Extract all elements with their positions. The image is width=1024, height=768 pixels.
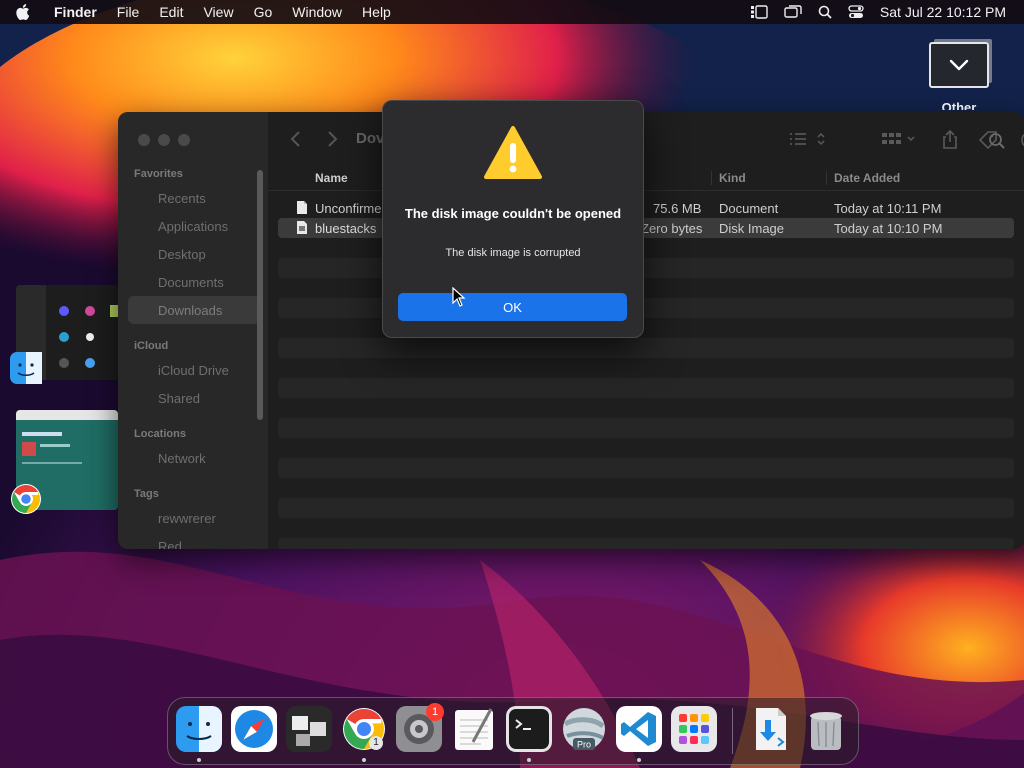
file-date-added: Today at 10:10 PM [834,221,943,236]
alert-title: The disk image couldn't be opened [404,206,622,221]
menu-edit[interactable]: Edit [149,0,193,24]
dock-separator [732,708,733,754]
menu-bar-clock[interactable]: Sat Jul 22 10:12 PM [880,4,1006,20]
empty-row [278,538,1014,549]
empty-row [278,378,1014,398]
finder-app-icon[interactable] [10,352,42,384]
file-kind: Disk Image [719,221,785,236]
spotlight-search-icon[interactable] [818,5,832,19]
downloads-stack-icon[interactable] [748,706,794,752]
sidebar-item-downloads[interactable]: Downloads [158,303,222,318]
menu-view[interactable]: View [193,0,243,24]
system-settings-badge: 1 [426,703,444,721]
document-icon [297,201,307,214]
file-name: bluestacks [315,221,377,236]
zoom-window-button[interactable] [178,134,190,146]
running-indicator [362,758,366,762]
minimize-window-button[interactable] [158,134,170,146]
back-icon[interactable] [290,130,302,148]
file-name: Unconfirme [315,201,382,216]
column-kind[interactable]: Kind [719,171,746,185]
sidebar-item-recents[interactable]: Recents [158,191,206,206]
sidebar-scrollbar[interactable] [257,170,263,420]
empty-row [278,418,1014,438]
chrome-badge: 1 [369,736,383,750]
earth-pro-label: Pro [577,740,591,750]
preview-dock-icon[interactable] [286,706,332,752]
stage-manager-icon[interactable] [750,5,768,19]
chrome-app-icon[interactable] [10,483,42,515]
close-window-button[interactable] [138,134,150,146]
sidebar-item-shared[interactable]: Shared [158,391,200,406]
sidebar-section-locations: Locations [134,428,186,440]
empty-row [278,458,1014,478]
group-by-icon[interactable] [880,130,920,148]
menu-go[interactable]: Go [244,0,283,24]
file-date-added: Today at 10:11 PM [834,201,942,216]
search-icon[interactable] [988,132,1006,150]
safari-dock-icon[interactable] [231,706,277,752]
sidebar-tag-rewwrerer[interactable]: rewwrerer [158,511,216,526]
vscode-dock-icon[interactable] [616,706,662,752]
screen-mirroring-icon[interactable] [784,5,802,19]
forward-icon[interactable] [326,130,338,148]
window-title: Dov [356,130,385,147]
trash-dock-icon[interactable] [803,706,849,752]
menu-help[interactable]: Help [352,0,401,24]
desktop-other-stack[interactable]: Other [928,42,990,110]
menu-file[interactable]: File [107,0,150,24]
running-indicator [527,758,531,762]
file-size: 75.6 MB [653,201,702,216]
apple-menu-icon[interactable] [16,4,38,20]
mouse-pointer-icon [452,287,466,307]
sidebar-section-tags: Tags [134,488,159,500]
list-view-icon[interactable] [788,130,828,148]
sidebar-item-applications[interactable]: Applications [158,219,228,234]
file-kind: Document [719,201,779,216]
sidebar-item-desktop[interactable]: Desktop [158,247,206,262]
alert-dialog: The disk image couldn't be opened The di… [382,100,644,338]
running-indicator [637,758,641,762]
finder-dock-icon[interactable] [176,706,222,752]
ok-button[interactable]: OK [398,293,627,321]
google-earth-pro-dock-icon[interactable]: Pro [561,706,607,752]
column-date-added[interactable]: Date Added [834,171,900,185]
warning-icon [484,126,542,179]
menu-finder[interactable]: Finder [50,0,107,24]
alert-message: The disk image is corrupted [445,247,581,259]
disk-image-icon [297,221,307,234]
textedit-dock-icon[interactable] [451,706,497,752]
launchpad-dock-icon[interactable] [671,706,717,752]
column-separator [711,171,712,185]
sidebar-item-icloud-drive[interactable]: iCloud Drive [158,363,229,378]
running-indicator [197,758,201,762]
column-name[interactable]: Name [315,171,348,185]
control-center-icon[interactable] [848,5,864,19]
menu-bar: Finder File Edit View Go Window Help Sat… [0,0,1024,24]
sidebar-tag-red[interactable]: Red [158,539,182,549]
sidebar-item-network[interactable]: Network [158,451,206,466]
share-icon[interactable] [940,130,960,150]
desktop-other-label: Other [941,100,977,110]
sidebar-section-icloud: iCloud [134,340,169,352]
empty-row [278,498,1014,518]
finder-sidebar: Favorites Recents Applications Desktop D… [118,112,268,549]
more-actions-icon[interactable] [1020,130,1024,150]
sidebar-item-documents[interactable]: Documents [158,275,224,290]
sidebar-section-favorites: Favorites [134,168,183,180]
column-separator [826,171,827,185]
file-size: Zero bytes [641,221,703,236]
dock: 1 1 Pro [167,697,859,765]
stack-folder-icon [929,42,989,88]
menu-window[interactable]: Window [282,0,352,24]
empty-row [278,338,1014,358]
terminal-dock-icon[interactable] [506,706,552,752]
